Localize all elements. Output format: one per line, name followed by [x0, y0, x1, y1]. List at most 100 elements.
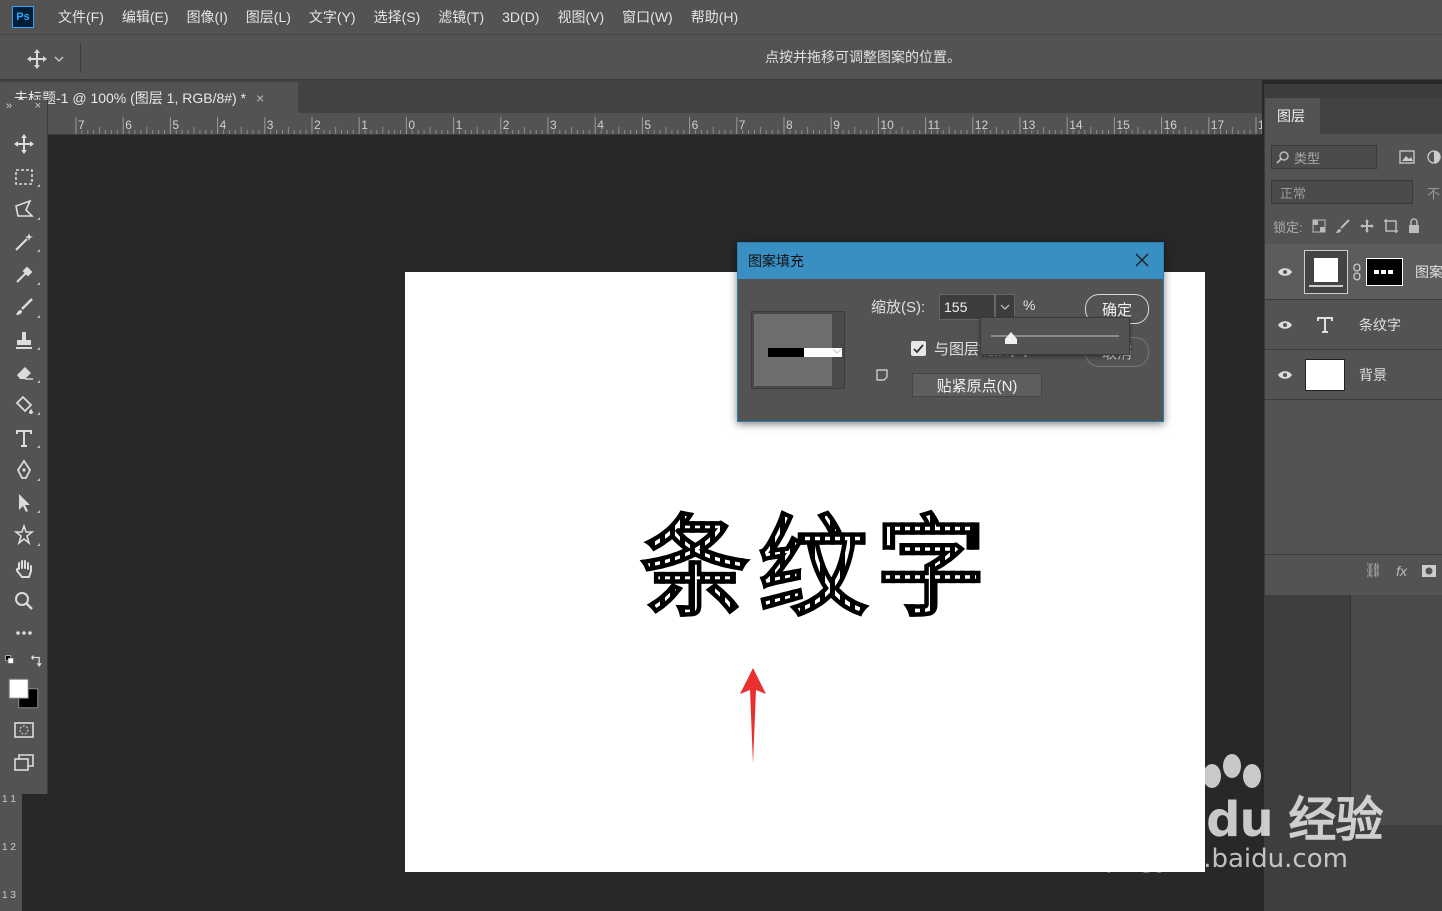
lock-image-pixels-icon[interactable] — [1335, 218, 1351, 234]
eyedropper-tool[interactable] — [0, 258, 48, 291]
menu-window[interactable]: 窗口(W) — [622, 7, 673, 27]
pen-tool[interactable] — [0, 454, 48, 487]
image-filter-icon[interactable] — [1399, 150, 1415, 164]
marquee-tool[interactable] — [0, 161, 48, 194]
menu-edit[interactable]: 编辑(E) — [122, 7, 169, 27]
snap-to-origin-button[interactable]: 贴紧原点(N) — [912, 373, 1042, 397]
scale-slider-thumb[interactable] — [1004, 332, 1017, 344]
collapse-icon[interactable]: » — [6, 100, 12, 128]
layer-thumbnail — [1304, 249, 1348, 294]
custom-shape-tool[interactable] — [0, 519, 48, 552]
ruler-ticks: 7654321012345678910111213141516171 — [75, 117, 1262, 134]
ruler-label: 7 — [739, 118, 746, 132]
adjustment-filter-icon[interactable] — [1427, 150, 1441, 164]
dialog-titlebar[interactable]: 图案填充 — [738, 243, 1163, 279]
collapsed-panel-dock — [1350, 595, 1442, 825]
ruler-label: 7 — [78, 118, 85, 132]
layer-row-pattern[interactable]: 图案 — [1265, 244, 1442, 300]
lasso-tool[interactable] — [0, 193, 48, 226]
lock-position-icon[interactable] — [1359, 218, 1375, 234]
divider — [80, 43, 81, 73]
marquee-icon — [15, 169, 33, 185]
visibility-toggle[interactable] — [1265, 267, 1304, 277]
move-tool[interactable] — [0, 128, 48, 161]
default-colors-icon[interactable] — [5, 654, 19, 669]
ruler-label: 15 — [1116, 118, 1130, 132]
ruler-label: 6 — [125, 118, 132, 132]
pattern-picker[interactable] — [751, 311, 845, 389]
close-icon[interactable] — [1133, 251, 1151, 269]
brush-tool[interactable] — [0, 291, 48, 324]
layer-row-text[interactable]: 条纹字 — [1265, 300, 1442, 350]
blend-mode-dropdown[interactable]: 正常 — [1271, 180, 1413, 204]
layer-mask-icon[interactable] — [1421, 564, 1437, 578]
layer-mask-thumbnail[interactable] — [1365, 257, 1403, 286]
menu-select[interactable]: 选择(S) — [374, 7, 421, 27]
ruler-label: 1 2 — [2, 842, 16, 853]
visibility-toggle[interactable] — [1265, 320, 1305, 330]
stamp-tool[interactable] — [0, 324, 48, 357]
opacity-label: 不 — [1427, 186, 1441, 201]
link-layers-icon[interactable]: ⛓ — [1364, 562, 1382, 579]
ruler-label: 10 — [880, 118, 894, 132]
type-tool[interactable] — [0, 421, 48, 454]
swap-colors-icon[interactable] — [29, 654, 43, 669]
tab-layers[interactable]: 图层 — [1265, 98, 1320, 134]
menu-help[interactable]: 帮助(H) — [691, 7, 738, 27]
layer-row-background[interactable]: 背景 — [1265, 350, 1442, 400]
eraser-tool[interactable] — [0, 356, 48, 389]
red-arrow-annotation — [740, 668, 766, 764]
fill-layer-thumb — [1314, 257, 1339, 282]
chain-link-icon[interactable] — [1352, 262, 1362, 281]
menu-type[interactable]: 文字(Y) — [309, 7, 356, 27]
new-preset-icon[interactable] — [874, 367, 890, 383]
menu-image[interactable]: 图像(I) — [187, 7, 228, 27]
menu-view[interactable]: 视图(V) — [557, 7, 604, 27]
lock-label: 锁定: — [1273, 219, 1303, 235]
close-icon[interactable]: × — [256, 90, 264, 106]
toolbar-grip[interactable]: » × — [0, 100, 47, 128]
chevron-down-icon — [1000, 304, 1010, 310]
layers-panel: 图层 类型 正常 不 锁定: 图案 条纹字 背景 ⛓ fx — [1264, 84, 1442, 595]
layer-name: 背景 — [1359, 366, 1387, 383]
quick-mask-icon — [14, 721, 34, 738]
lock-transparent-pixels-icon[interactable] — [1311, 218, 1327, 234]
magic-wand-tool[interactable] — [0, 226, 48, 259]
dialog-title: 图案填充 — [748, 253, 804, 269]
ruler-label: 12 — [975, 118, 989, 132]
screen-mode-icon — [14, 754, 34, 772]
layer-list: 图案 条纹字 背景 — [1265, 244, 1442, 400]
panel-header-strip[interactable] — [1265, 84, 1442, 98]
foreground-background-color-icon — [8, 678, 39, 708]
zoom-tool[interactable] — [0, 584, 48, 617]
brush-icon — [16, 298, 33, 316]
hand-tool[interactable] — [0, 552, 48, 585]
menu-filter[interactable]: 滤镜(T) — [438, 7, 484, 27]
tool-preset-picker[interactable] — [26, 47, 76, 71]
menu-file[interactable]: 文件(F) — [58, 7, 104, 27]
ruler-horizontal: 7654321012345678910111213141516171 — [48, 113, 1262, 135]
ruler-label: 11 — [928, 118, 941, 132]
eye-icon — [1278, 320, 1292, 329]
document-tab-bar: 未标题-1 @ 100% (图层 1, RGB/8#) * × — [0, 80, 1262, 113]
fx-icon[interactable]: fx — [1396, 563, 1407, 579]
lock-artboard-icon[interactable] — [1383, 218, 1399, 234]
menu-layer[interactable]: 图层(L) — [246, 7, 291, 27]
screen-mode-button[interactable] — [0, 746, 48, 779]
ruler-label: 5 — [644, 118, 651, 132]
visibility-toggle[interactable] — [1265, 370, 1305, 380]
ruler-label: 2 — [314, 118, 321, 132]
menu-3d[interactable]: 3D(D) — [502, 9, 539, 25]
paint-bucket-tool[interactable] — [0, 389, 48, 422]
lock-all-icon[interactable] — [1407, 218, 1421, 234]
ruler-label: 16 — [1164, 118, 1178, 132]
path-selection-tool[interactable] — [0, 487, 48, 520]
more-tools[interactable] — [0, 617, 48, 650]
scale-label: 缩放(S): — [871, 299, 926, 316]
close-icon[interactable]: × — [35, 100, 41, 128]
quick-mask-button[interactable] — [0, 714, 48, 747]
color-swatches[interactable] — [0, 674, 48, 714]
arrow-cursor-icon — [19, 493, 30, 512]
layer-filter-dropdown[interactable]: 类型 — [1271, 145, 1377, 169]
link-with-layer-checkbox[interactable] — [911, 341, 926, 356]
